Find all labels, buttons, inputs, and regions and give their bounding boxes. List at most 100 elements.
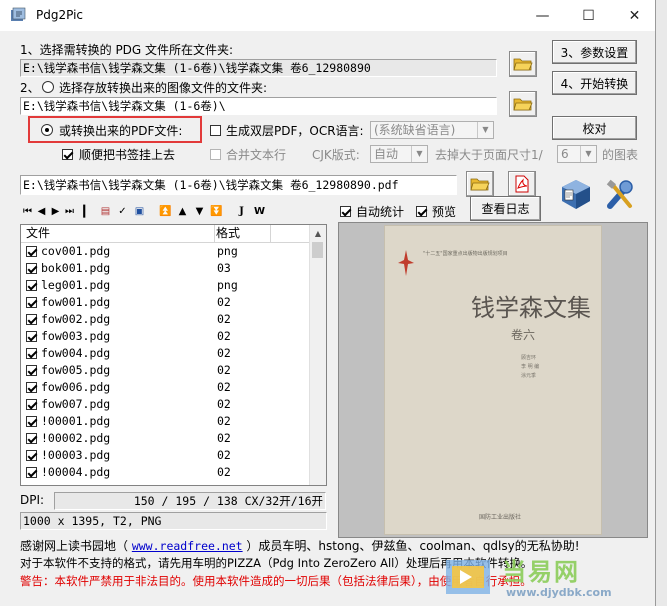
readfree-link[interactable]: www.readfree.net bbox=[132, 539, 243, 553]
scroll-up-icon[interactable]: ▲ bbox=[310, 225, 326, 241]
pdf-file-icon bbox=[515, 175, 529, 193]
table-row[interactable]: bok001.pdg 03 bbox=[21, 260, 312, 277]
row-checkbox[interactable] bbox=[26, 365, 37, 376]
source-folder-field[interactable]: E:\钱学森书信\钱学森文集 (1-6卷)\钱学森文集 卷6_12980890 bbox=[20, 59, 497, 77]
move-top-icon[interactable]: ⏫ bbox=[159, 205, 171, 217]
book-title: 钱学森文集 bbox=[471, 294, 591, 322]
preview-page: "十二五"国家重点出版物出版规划项目 钱学森文集 卷六 顾吉环 李 明 编 涂元… bbox=[384, 225, 602, 535]
table-row[interactable]: leg001.pdg png bbox=[21, 277, 312, 294]
column-header-format[interactable]: 格式 bbox=[211, 225, 271, 242]
browse-pdf-button[interactable] bbox=[466, 171, 494, 197]
move-down-icon[interactable]: ▼ bbox=[194, 205, 205, 217]
view-log-button[interactable]: 查看日志 bbox=[470, 196, 541, 221]
minimize-icon: — bbox=[535, 7, 550, 24]
open-pdf-button[interactable] bbox=[508, 171, 536, 197]
jump-icon[interactable]: J bbox=[236, 205, 247, 217]
merge-text-checkbox[interactable] bbox=[210, 149, 221, 160]
file-name: fow001.pdg bbox=[41, 295, 111, 309]
file-format: 02 bbox=[217, 329, 231, 343]
select-icon[interactable]: ▎ bbox=[82, 205, 93, 218]
next-icon[interactable]: ▶ bbox=[50, 205, 61, 217]
bookmark-label: 顺便把书签挂上去 bbox=[79, 148, 176, 162]
word-icon[interactable]: W bbox=[254, 205, 265, 217]
step2-label: 选择存放转换出来的图像文件的文件夹: bbox=[59, 81, 268, 95]
pdf-path-field[interactable]: E:\钱学森书信\钱学森文集 (1-6卷)\钱学森文集 卷6_12980890.… bbox=[20, 175, 457, 195]
move-up-icon[interactable]: ▲ bbox=[177, 205, 188, 217]
file-format: 02 bbox=[217, 414, 231, 428]
file-list[interactable]: 文件 格式 cov001.pdg png bok001.pdg 03 leg001.pd… bbox=[20, 224, 327, 486]
copy-page-icon[interactable]: ▤ bbox=[100, 205, 111, 217]
tools-icon[interactable] bbox=[604, 178, 636, 212]
publisher: 国防工业出版社 bbox=[479, 514, 522, 521]
proof-button[interactable]: 校对 bbox=[552, 116, 637, 140]
start-convert-button[interactable]: 4、开始转换 bbox=[552, 71, 637, 95]
params-button[interactable]: 3、参数设置 bbox=[552, 40, 637, 64]
file-name: !00001.pdg bbox=[41, 414, 111, 428]
remove-figures-suffix: 的图表 bbox=[602, 148, 639, 162]
file-name: !00002.pdg bbox=[41, 431, 111, 445]
previous-icon[interactable]: ◀ bbox=[36, 205, 47, 217]
window-title: Pdg2Pic bbox=[36, 8, 84, 22]
file-list-header: 文件 格式 bbox=[21, 225, 312, 243]
scroll-thumb[interactable] bbox=[312, 242, 323, 258]
column-header-file[interactable]: 文件 bbox=[21, 225, 215, 242]
chevron-down-icon: ▼ bbox=[411, 146, 427, 162]
step1-label: 1、选择需转换的 PDG 文件所在文件夹: bbox=[20, 43, 234, 57]
file-name: fow004.pdg bbox=[41, 346, 111, 360]
table-row[interactable]: fow001.pdg 02 bbox=[21, 294, 312, 311]
bookmark-checkbox[interactable] bbox=[62, 149, 73, 160]
ocr-language-select[interactable]: (系统缺省语言) ▼ bbox=[370, 121, 494, 139]
cjk-layout-value: 自动 bbox=[374, 147, 399, 161]
preview-checkbox[interactable] bbox=[416, 206, 427, 217]
table-row[interactable]: fow006.pdg 02 bbox=[21, 379, 312, 396]
image-folder-radio[interactable] bbox=[42, 81, 54, 93]
export-icon[interactable]: ▣ bbox=[134, 205, 145, 217]
file-name: fow003.pdg bbox=[41, 329, 111, 343]
table-row[interactable]: !00002.pdg 02 bbox=[21, 430, 312, 447]
pdf-output-radio[interactable] bbox=[41, 124, 53, 136]
row-checkbox[interactable] bbox=[26, 433, 37, 444]
row-checkbox[interactable] bbox=[26, 246, 37, 257]
row-checkbox[interactable] bbox=[26, 450, 37, 461]
file-format: 02 bbox=[217, 380, 231, 394]
remove-figures-label: 去掉大于页面尺寸1/ bbox=[435, 148, 543, 162]
file-format: png bbox=[217, 278, 238, 292]
table-row[interactable]: !00001.pdg 02 bbox=[21, 413, 312, 430]
last-page-icon[interactable]: ⏭ bbox=[64, 205, 75, 217]
folder-open-icon bbox=[470, 178, 490, 191]
row-checkbox[interactable] bbox=[26, 382, 37, 393]
row-checkbox[interactable] bbox=[26, 280, 37, 291]
file-list-scrollbar[interactable]: ▲ bbox=[309, 225, 326, 485]
move-bottom-icon[interactable]: ⏬ bbox=[210, 205, 222, 217]
dual-layer-checkbox[interactable] bbox=[210, 125, 221, 136]
browse-source-button[interactable] bbox=[509, 51, 537, 77]
file-format: 02 bbox=[217, 346, 231, 360]
first-page-icon[interactable]: ⏮ bbox=[22, 205, 33, 217]
output-folder-field[interactable]: E:\钱学森书信\钱学森文集 (1-6卷)\ bbox=[20, 97, 497, 115]
table-row[interactable]: fow003.pdg 02 bbox=[21, 328, 312, 345]
row-checkbox[interactable] bbox=[26, 331, 37, 342]
auto-stats-checkbox[interactable] bbox=[340, 206, 351, 217]
table-row[interactable]: fow005.pdg 02 bbox=[21, 362, 312, 379]
row-checkbox[interactable] bbox=[26, 348, 37, 359]
minimize-button[interactable]: — bbox=[520, 0, 565, 31]
row-checkbox[interactable] bbox=[26, 314, 37, 325]
row-checkbox[interactable] bbox=[26, 416, 37, 427]
table-row[interactable]: !00004.pdg 02 bbox=[21, 464, 312, 481]
row-checkbox[interactable] bbox=[26, 297, 37, 308]
maximize-button[interactable]: ☐ bbox=[566, 0, 611, 31]
table-row[interactable]: !00003.pdg 02 bbox=[21, 447, 312, 464]
table-row[interactable]: fow007.pdg 02 bbox=[21, 396, 312, 413]
check-all-icon[interactable]: ✓ bbox=[117, 205, 128, 217]
table-row[interactable]: cov001.pdg png bbox=[21, 243, 312, 260]
browse-output-button[interactable] bbox=[509, 91, 537, 117]
close-button[interactable]: ✕ bbox=[612, 0, 655, 31]
row-checkbox[interactable] bbox=[26, 467, 37, 478]
cjk-layout-select[interactable]: 自动 ▼ bbox=[370, 145, 428, 163]
editor-name: 顾吉环 bbox=[521, 355, 537, 361]
remove-figures-select[interactable]: 6 ▼ bbox=[557, 145, 597, 163]
row-checkbox[interactable] bbox=[26, 399, 37, 410]
table-row[interactable]: fow004.pdg 02 bbox=[21, 345, 312, 362]
row-checkbox[interactable] bbox=[26, 263, 37, 274]
table-row[interactable]: fow002.pdg 02 bbox=[21, 311, 312, 328]
